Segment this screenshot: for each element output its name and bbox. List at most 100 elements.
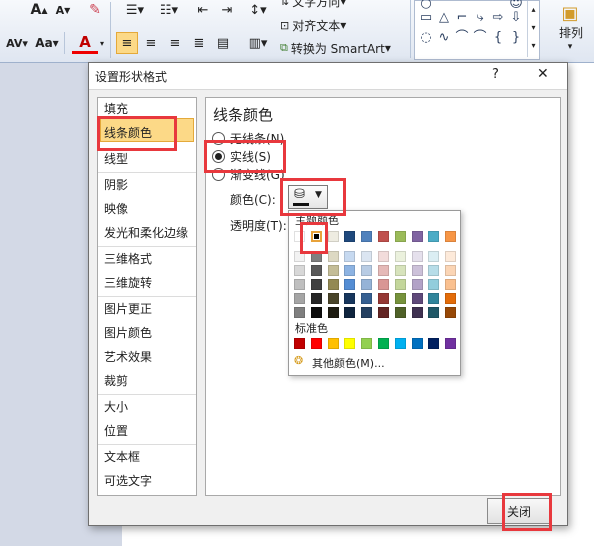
theme-shade-swatch[interactable] — [327, 251, 339, 262]
theme-color-swatch[interactable] — [378, 231, 389, 242]
change-case-button[interactable]: Aa ▾ — [34, 34, 60, 52]
left-brace-shape-icon[interactable]: { — [491, 31, 505, 45]
theme-color-swatch[interactable] — [394, 231, 406, 242]
theme-shade-swatch[interactable] — [411, 265, 423, 276]
nav-item-reflection[interactable]: 映像 — [104, 201, 128, 217]
shrink-font-button[interactable]: A ▼ — [52, 2, 74, 18]
align-center-button[interactable]: ≡ — [140, 33, 162, 53]
theme-shade-swatch[interactable] — [344, 265, 356, 276]
gallery-scroll[interactable]: ▴ ▾ ▾ — [527, 1, 539, 57]
theme-color-swatch[interactable] — [361, 231, 373, 242]
theme-shade-swatch[interactable] — [310, 279, 322, 290]
theme-shade-swatch[interactable] — [394, 265, 406, 276]
nav-item-picture-color[interactable]: 图片颜色 — [104, 325, 152, 341]
theme-shade-swatch[interactable] — [428, 279, 440, 290]
increase-indent-button[interactable]: ⇥ — [216, 1, 238, 19]
theme-shade-swatch[interactable] — [294, 279, 305, 290]
nav-item-crop[interactable]: 裁剪 — [104, 373, 128, 389]
theme-shade-swatch[interactable] — [445, 251, 457, 262]
chevron-down-icon[interactable]: ▾ — [562, 40, 578, 54]
theme-shade-swatch[interactable] — [428, 293, 440, 304]
nav-item-text-box[interactable]: 文本框 — [104, 449, 140, 465]
close-icon[interactable]: ✕ — [537, 66, 549, 82]
theme-color-swatch[interactable] — [411, 231, 423, 242]
standard-color-swatch[interactable] — [327, 338, 339, 349]
smiley-shape-icon[interactable]: ☺ — [509, 0, 523, 11]
standard-color-swatch[interactable] — [310, 338, 322, 349]
theme-shade-swatch[interactable] — [411, 251, 423, 262]
theme-shade-swatch[interactable] — [411, 279, 423, 290]
grow-font-button[interactable]: A ▲ — [28, 2, 50, 18]
theme-shade-swatch[interactable] — [310, 293, 322, 304]
oval-shape-icon[interactable]: ○ — [419, 0, 433, 11]
align-text-button[interactable]: ⊡ 对齐文本 ▾ — [280, 16, 376, 34]
line-spacing-button[interactable]: ↕▾ — [244, 1, 272, 19]
help-button[interactable]: ? — [492, 67, 499, 82]
standard-color-swatch[interactable] — [428, 338, 440, 349]
text-direction-button[interactable]: ⇅ 文字方向 ▾ — [280, 0, 370, 9]
nav-item-line-style[interactable]: 线型 — [104, 151, 128, 167]
theme-shade-swatch[interactable] — [327, 265, 339, 276]
theme-color-swatch[interactable] — [344, 231, 356, 242]
rectangle-shape-icon[interactable]: ▭ — [419, 11, 433, 25]
theme-shade-swatch[interactable] — [428, 251, 440, 262]
freeform-shape-icon[interactable]: ∿ — [437, 31, 451, 45]
distributed-button[interactable]: ▤ — [212, 33, 234, 53]
rounded-rect-shape-icon[interactable]: ◌ — [419, 31, 433, 45]
theme-shade-swatch[interactable] — [310, 307, 322, 318]
theme-shade-swatch[interactable] — [394, 279, 406, 290]
curved-connector-icon[interactable]: ⤷ — [473, 11, 487, 25]
theme-shade-swatch[interactable] — [344, 293, 356, 304]
clear-format-icon[interactable]: ✎ — [86, 1, 104, 19]
triangle-shape-icon[interactable]: △ — [437, 11, 451, 25]
standard-color-swatch[interactable] — [294, 338, 305, 349]
nav-item-fill[interactable]: 填充 — [104, 101, 128, 117]
theme-shade-swatch[interactable] — [394, 293, 406, 304]
nav-item-artistic-effects[interactable]: 艺术效果 — [104, 349, 152, 365]
theme-shade-swatch[interactable] — [327, 279, 339, 290]
shapes-gallery[interactable]: ▭ △ ⌐ ⤷ ⇨ ⇩ ◌ ∿ ⌒ ⌒ { } ○ ☺ ▴ ▾ ▾ — [414, 0, 540, 60]
theme-shade-swatch[interactable] — [294, 265, 305, 276]
theme-shade-swatch[interactable] — [361, 279, 373, 290]
theme-shade-swatch[interactable] — [361, 293, 373, 304]
theme-shade-swatch[interactable] — [361, 307, 373, 318]
nav-item-size[interactable]: 大小 — [104, 399, 128, 415]
theme-shade-swatch[interactable] — [344, 251, 356, 262]
theme-shade-swatch[interactable] — [445, 307, 457, 318]
standard-color-swatch[interactable] — [394, 338, 406, 349]
theme-shade-swatch[interactable] — [394, 307, 406, 318]
nav-item-shadow[interactable]: 阴影 — [104, 177, 128, 193]
curve-shape-icon[interactable]: ⌒ — [455, 31, 469, 45]
nav-item-alt-text[interactable]: 可选文字 — [104, 473, 152, 489]
theme-color-swatch[interactable] — [428, 231, 440, 242]
theme-shade-swatch[interactable] — [378, 279, 389, 290]
align-left-button[interactable]: ≡ — [116, 32, 138, 54]
arrange-button[interactable]: 排列 — [554, 24, 588, 40]
theme-shade-swatch[interactable] — [327, 293, 339, 304]
standard-color-swatch[interactable] — [378, 338, 389, 349]
standard-color-swatch[interactable] — [361, 338, 373, 349]
theme-shade-swatch[interactable] — [344, 307, 356, 318]
theme-shade-swatch[interactable] — [445, 265, 457, 276]
nav-item-picture-corrections[interactable]: 图片更正 — [104, 301, 152, 317]
nav-item-3d-format[interactable]: 三维格式 — [104, 251, 152, 267]
more-colors-item[interactable]: ❂ 其他颜色(M)... — [292, 354, 456, 370]
nav-item-glow-soft-edges[interactable]: 发光和柔化边缘 — [104, 225, 188, 241]
align-right-button[interactable]: ≡ — [164, 33, 186, 53]
standard-color-swatch[interactable] — [344, 338, 356, 349]
numbering-button[interactable]: ☷▾ — [152, 1, 186, 19]
theme-shade-swatch[interactable] — [310, 265, 322, 276]
theme-color-swatch[interactable] — [327, 231, 339, 242]
theme-shade-swatch[interactable] — [378, 251, 389, 262]
theme-shade-swatch[interactable] — [378, 265, 389, 276]
columns-button[interactable]: ▥▾ — [244, 33, 272, 53]
standard-color-swatch[interactable] — [445, 338, 457, 349]
chevron-down-icon[interactable]: ▾ — [98, 36, 106, 50]
char-spacing-button[interactable]: AV ▾ — [4, 34, 30, 52]
theme-shade-swatch[interactable] — [361, 251, 373, 262]
theme-shade-swatch[interactable] — [378, 307, 389, 318]
justify-button[interactable]: ≣ — [188, 33, 210, 53]
theme-shade-swatch[interactable] — [445, 293, 457, 304]
convert-smartart-button[interactable]: ⧉ 转换为 SmartArt ▾ — [280, 39, 404, 57]
nav-item-position[interactable]: 位置 — [104, 423, 128, 439]
